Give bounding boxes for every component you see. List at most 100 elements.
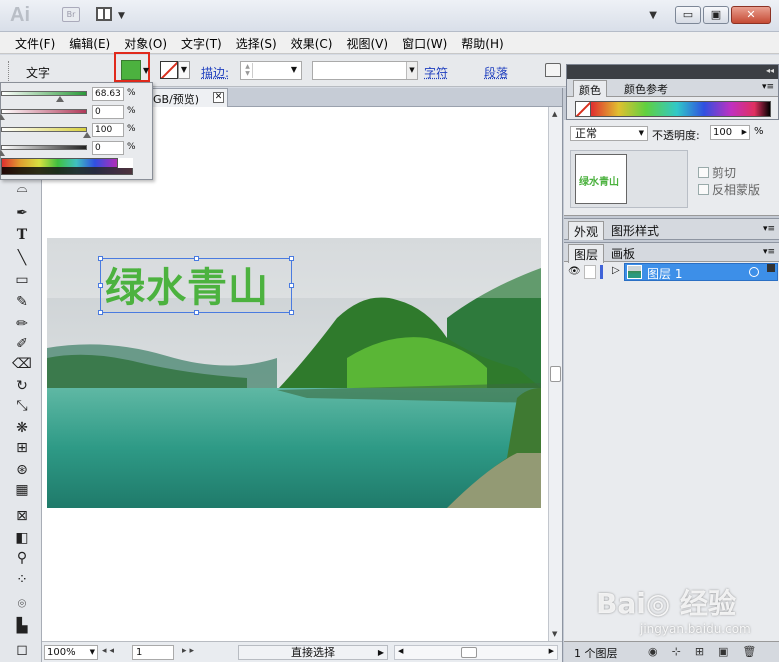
color-slider[interactable] bbox=[1, 91, 87, 96]
free-transform-icon[interactable]: ⊞ bbox=[12, 438, 32, 458]
symbol-sprayer-icon[interactable]: ⌾ bbox=[12, 594, 32, 614]
first-prev-artboard-buttons[interactable]: ◂◂ bbox=[102, 646, 117, 656]
perspective-grid-icon[interactable]: ▦ bbox=[12, 480, 32, 500]
maximize-button[interactable]: ▣ bbox=[703, 6, 729, 24]
scroll-thumb[interactable] bbox=[461, 647, 477, 658]
slider-thumb[interactable] bbox=[83, 132, 91, 138]
workspace-menu-arrow[interactable]: ▼ bbox=[649, 10, 657, 21]
white-swatch[interactable] bbox=[117, 158, 133, 168]
scroll-down-icon[interactable]: ▼ bbox=[552, 630, 557, 638]
chevron-down-icon[interactable]: ▼ bbox=[143, 66, 149, 75]
expand-triangle-icon[interactable]: ▷ bbox=[612, 265, 620, 276]
layer-actions-icons[interactable]: ◉⊹⊞▣🗑 bbox=[648, 645, 770, 658]
invert-mask-checkbox-row[interactable]: 反相蒙版 bbox=[698, 181, 760, 198]
menu-window[interactable]: 窗口(W) bbox=[395, 32, 454, 53]
menu-file[interactable]: 文件(F) bbox=[8, 32, 62, 53]
artboard-number-input[interactable]: 1 bbox=[132, 645, 174, 660]
slider-thumb[interactable] bbox=[0, 150, 5, 156]
color-slider[interactable] bbox=[1, 127, 87, 132]
font-family-input[interactable]: ▼ bbox=[312, 61, 418, 80]
tab-appearance[interactable]: 外观 bbox=[568, 221, 605, 240]
none-swatch-icon[interactable] bbox=[575, 101, 591, 117]
panel-menu-icon[interactable]: ▾≡ bbox=[762, 82, 774, 92]
panel-header[interactable]: ◂◂ bbox=[567, 65, 778, 79]
text-selection-bounding-box[interactable] bbox=[100, 258, 292, 313]
close-button[interactable]: ✕ bbox=[731, 6, 771, 24]
tab-layers[interactable]: 图层 bbox=[568, 244, 605, 263]
zoom-select[interactable]: 100% ▼ bbox=[44, 645, 98, 660]
document-tab[interactable]: GB/预览) ✕ bbox=[150, 88, 228, 107]
next-last-artboard-buttons[interactable]: ▸▸ bbox=[182, 646, 197, 656]
stroke-label[interactable]: 描边: bbox=[201, 64, 229, 81]
color-value-input[interactable]: 0 bbox=[92, 141, 124, 155]
selection-handle[interactable] bbox=[194, 256, 199, 261]
panel-menu-icon[interactable]: ▾≡ bbox=[763, 224, 775, 234]
selection-handle[interactable] bbox=[289, 283, 294, 288]
scroll-up-icon[interactable]: ▲ bbox=[552, 110, 557, 118]
spinner-arrows-icon[interactable]: ▲ ▼ bbox=[243, 63, 253, 78]
panel-grip[interactable] bbox=[8, 61, 11, 81]
tab-color[interactable]: 颜色 bbox=[573, 80, 607, 97]
layer-item-selected[interactable]: 图层 1 bbox=[624, 263, 778, 281]
rotate-tool-icon[interactable]: ↻ bbox=[12, 376, 32, 396]
lock-toggle[interactable] bbox=[584, 265, 596, 279]
paintbrush-tool-icon[interactable]: ✎ bbox=[12, 292, 32, 312]
invert-mask-checkbox[interactable] bbox=[698, 184, 709, 195]
tab-graphic-styles[interactable]: 图形样式 bbox=[606, 221, 664, 240]
type-tool-icon[interactable]: T bbox=[12, 225, 32, 245]
color-value-input[interactable]: 100 bbox=[92, 123, 124, 137]
stroke-weight-input[interactable]: ▲ ▼ ▼ bbox=[240, 61, 302, 80]
blend-tool-icon[interactable]: ⁘ bbox=[12, 570, 32, 590]
menu-edit[interactable]: 编辑(E) bbox=[62, 32, 117, 53]
color-value-input[interactable]: 0 bbox=[92, 105, 124, 119]
layer-row[interactable]: 👁 ▷ 图层 1 bbox=[564, 263, 778, 281]
eyedropper-tool-icon[interactable]: ⚲ bbox=[12, 548, 32, 568]
color-slider[interactable] bbox=[1, 109, 87, 114]
graph-tool-icon[interactable]: ▙ bbox=[12, 616, 32, 636]
chevron-down-icon[interactable]: ▼ bbox=[406, 62, 417, 79]
menu-object[interactable]: 对象(O) bbox=[117, 32, 174, 53]
book-icon[interactable] bbox=[545, 63, 561, 77]
line-tool-icon[interactable]: ╲ bbox=[12, 248, 32, 268]
collapse-arrows-icon[interactable]: ◂◂ bbox=[766, 66, 774, 75]
menu-select[interactable]: 选择(S) bbox=[229, 32, 284, 53]
chevron-down-icon[interactable]: ▼ bbox=[291, 65, 297, 74]
selection-handle[interactable] bbox=[289, 256, 294, 261]
minimize-button[interactable]: ▭ bbox=[675, 6, 701, 24]
slider-thumb[interactable] bbox=[0, 114, 5, 120]
lasso-tool-icon[interactable]: ⌓ bbox=[12, 178, 32, 198]
clip-checkbox-row[interactable]: 剪切 bbox=[698, 164, 736, 181]
menu-help[interactable]: 帮助(H) bbox=[454, 32, 510, 53]
color-spectrum-bar[interactable] bbox=[1, 158, 133, 175]
selection-handle[interactable] bbox=[98, 283, 103, 288]
stroke-color-swatch[interactable] bbox=[160, 61, 178, 79]
selection-handle[interactable] bbox=[98, 256, 103, 261]
current-tool-status[interactable]: 直接选择 ▶ bbox=[238, 645, 388, 660]
vertical-scrollbar[interactable]: ▲ ▼ bbox=[548, 107, 562, 641]
tab-artboards[interactable]: 画板 bbox=[606, 244, 640, 263]
scroll-right-icon[interactable]: ▶ bbox=[549, 647, 554, 655]
blend-mode-select[interactable]: 正常 ▼ bbox=[570, 126, 648, 141]
color-value-input[interactable]: 68.63 bbox=[92, 87, 124, 101]
artboard-tool-icon[interactable]: ◻ bbox=[12, 640, 32, 660]
panel-menu-icon[interactable]: ▾≡ bbox=[763, 247, 775, 257]
chevron-right-icon[interactable]: ▶ bbox=[742, 126, 747, 139]
visibility-eye-icon[interactable]: 👁 bbox=[568, 266, 581, 278]
bridge-button[interactable]: Br bbox=[62, 7, 80, 22]
pen-tool-icon[interactable]: ✒ bbox=[12, 203, 32, 223]
clip-checkbox[interactable] bbox=[698, 167, 709, 178]
stroke-dropdown[interactable]: ▼ bbox=[178, 61, 190, 79]
character-link[interactable]: 字符 bbox=[424, 64, 448, 81]
chevron-right-icon[interactable]: ▶ bbox=[378, 646, 384, 659]
shape-builder-icon[interactable]: ⊛ bbox=[12, 460, 32, 480]
pencil-tool-icon[interactable]: ✏ bbox=[12, 314, 32, 334]
chevron-down-icon[interactable]: ▼ bbox=[639, 127, 644, 140]
selection-handle[interactable] bbox=[194, 310, 199, 315]
selection-handle[interactable] bbox=[98, 310, 103, 315]
paragraph-link[interactable]: 段落 bbox=[484, 64, 508, 81]
arrange-documents-button[interactable]: ▼ bbox=[96, 6, 130, 24]
scroll-left-icon[interactable]: ◀ bbox=[398, 647, 403, 655]
menu-view[interactable]: 视图(V) bbox=[339, 32, 395, 53]
tab-color-guide[interactable]: 颜色参考 bbox=[619, 80, 673, 97]
menu-effect[interactable]: 效果(C) bbox=[284, 32, 340, 53]
